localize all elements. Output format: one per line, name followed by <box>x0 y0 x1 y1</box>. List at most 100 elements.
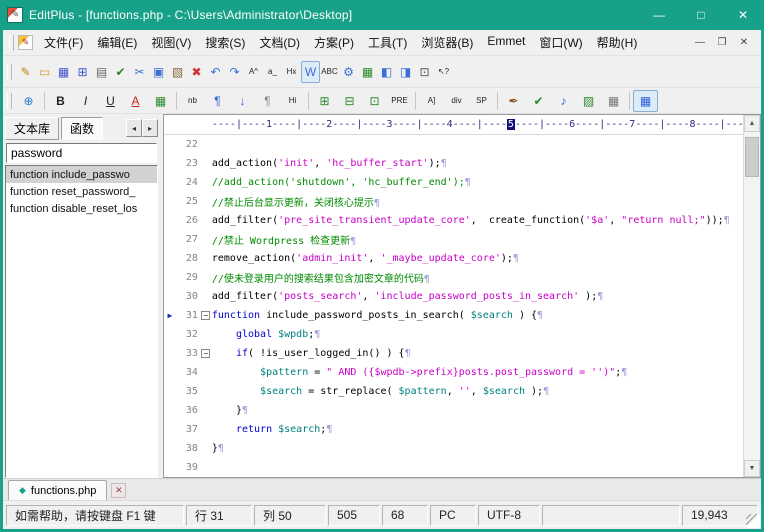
menu-item[interactable]: 搜索(S) <box>198 31 252 54</box>
code-line[interactable]: 24 //add_action('shutdown', 'hc_buffer_en… <box>164 173 743 192</box>
grid-icon[interactable]: ▦ <box>601 90 626 112</box>
paste-icon[interactable]: ▧ <box>168 61 187 83</box>
bold-icon[interactable]: B <box>48 90 73 112</box>
script-icon[interactable]: ✒ <box>501 90 526 112</box>
toolbar1-grip[interactable] <box>7 63 12 80</box>
panel-bottom-icon[interactable]: ◨ <box>396 61 415 83</box>
code-line[interactable]: 39 <box>164 458 743 477</box>
maximize-button[interactable]: □ <box>680 0 722 30</box>
image-icon[interactable]: ▨ <box>576 90 601 112</box>
open-folder-icon[interactable]: ▭ <box>35 61 54 83</box>
code-line[interactable]: 38}¶ <box>164 439 743 458</box>
delete-icon[interactable]: ✖ <box>187 61 206 83</box>
function-search-input[interactable] <box>6 143 157 163</box>
paragraph-icon[interactable]: ¶ <box>205 90 230 112</box>
code-line[interactable]: 26 add_filter('pre_site_transient_update_… <box>164 211 743 230</box>
new-document-icon[interactable]: ✎ <box>16 61 35 83</box>
table-insert-icon[interactable]: ⊞ <box>312 90 337 112</box>
code-lines[interactable]: 22 23 add_action('init', 'hc_buffer_start'… <box>164 135 743 477</box>
lowercase-icon[interactable]: a_ <box>263 61 282 83</box>
menu-item[interactable]: 文件(F) <box>37 31 90 54</box>
menu-item[interactable]: 视图(V) <box>144 31 198 54</box>
code-line[interactable]: 34 $pattern = " AND ({$wpdb->prefix}post… <box>164 363 743 382</box>
validate-icon[interactable]: ✔ <box>526 90 551 112</box>
code-line[interactable]: 27 //禁止 Wordpress 检查更新¶ <box>164 230 743 249</box>
code-line[interactable]: 25 //禁止后台显示更新，关闭核心提示¶ <box>164 192 743 211</box>
minimize-button[interactable]: — <box>638 0 680 30</box>
print-preview-icon[interactable]: ✔ <box>111 61 130 83</box>
cliptext-grid-icon[interactable]: ▦ <box>633 89 658 112</box>
scrollbar-track[interactable] <box>744 132 760 460</box>
code-line[interactable]: ▶ 31− function include_password_posts_in_s… <box>164 306 743 325</box>
font-color-icon[interactable]: A <box>123 90 148 112</box>
toolbar2-grip[interactable] <box>7 92 12 109</box>
mdi-minimize-button[interactable]: — <box>691 35 709 51</box>
code-line[interactable]: 32 global $wpdb;¶ <box>164 325 743 344</box>
nbsp-icon[interactable]: nb <box>180 90 205 112</box>
scroll-up-icon[interactable]: ▲ <box>744 115 760 132</box>
span-tag-icon[interactable]: SP <box>469 90 494 112</box>
table-cell-icon[interactable]: ⊡ <box>362 90 387 112</box>
uppercase-icon[interactable]: A^ <box>244 61 263 83</box>
fullscreen-icon[interactable]: ⊡ <box>415 61 434 83</box>
tab-functions-php[interactable]: ◆ functions.php <box>8 480 108 500</box>
media-icon[interactable]: ♪ <box>551 90 576 112</box>
cut-icon[interactable]: ✂ <box>130 61 149 83</box>
menu-item[interactable]: 文档(D) <box>252 31 307 54</box>
table-icon[interactable]: ▦ <box>148 90 173 112</box>
code-line[interactable]: 29 //使未登录用户的搜索结果包含加密文章的代码¶ <box>164 268 743 287</box>
menu-item[interactable]: 窗口(W) <box>532 31 589 54</box>
code-line[interactable]: 23 add_action('init', 'hc_buffer_start');… <box>164 154 743 173</box>
close-button[interactable]: ✕ <box>722 0 764 30</box>
vertical-scrollbar[interactable]: ▲ ▼ <box>743 115 760 477</box>
anchor-icon[interactable]: A] <box>419 90 444 112</box>
underline-icon[interactable]: U <box>98 90 123 112</box>
line-break-icon[interactable]: ↓ <box>230 90 255 112</box>
word-wrap-icon[interactable]: W <box>301 60 320 83</box>
spell-check-icon[interactable]: ABC <box>320 61 339 83</box>
scroll-down-icon[interactable]: ▼ <box>744 460 760 477</box>
browser-globe-icon[interactable]: ⊕ <box>16 90 41 112</box>
function-list-item[interactable]: function reset_password_ <box>6 183 157 200</box>
code-line[interactable]: 35 $search = str_replace( $pattern, '', … <box>164 382 743 401</box>
menubar-grip[interactable] <box>9 34 14 51</box>
function-list-item[interactable]: function disable_reset_los <box>6 200 157 217</box>
code-line[interactable]: 28 remove_action('admin_init', '_maybe_up… <box>164 249 743 268</box>
copy-icon[interactable]: ▣ <box>149 61 168 83</box>
preformatted-icon[interactable]: PRE <box>387 90 412 112</box>
menu-item[interactable]: 帮助(H) <box>590 31 645 54</box>
context-help-icon[interactable]: ↖? <box>434 61 453 83</box>
menu-item[interactable]: Emmet <box>480 31 532 54</box>
function-list-item[interactable]: function include_passwo <box>6 166 157 183</box>
code-line[interactable]: 33− if( !is_user_logged_in() ) {¶ <box>164 344 743 363</box>
menu-item[interactable]: 工具(T) <box>361 31 414 54</box>
menu-item[interactable]: 编辑(E) <box>90 31 144 54</box>
mdi-restore-button[interactable]: ❐ <box>713 35 731 51</box>
mdi-close-button[interactable]: ✕ <box>735 35 753 51</box>
undo-icon[interactable]: ↶ <box>206 61 225 83</box>
editor[interactable]: ----|----1----|----2----|----3----|----4… <box>163 115 743 477</box>
menu-item[interactable]: 浏览器(B) <box>414 31 480 54</box>
tab-close-icon[interactable]: ✕ <box>111 483 127 498</box>
tab-scroll-right-icon[interactable]: ▸ <box>142 119 158 137</box>
panel-left-icon[interactable]: ◧ <box>377 61 396 83</box>
code-line[interactable]: 22 <box>164 135 743 154</box>
print-icon[interactable]: ▤ <box>92 61 111 83</box>
fold-collapse-icon[interactable]: − <box>200 349 212 358</box>
code-line[interactable]: 37 return $search;¶ <box>164 420 743 439</box>
preferences-gear-icon[interactable]: ⚙ <box>339 61 358 83</box>
hex-view-icon[interactable]: Hx <box>282 61 301 83</box>
save-all-icon[interactable]: ⊞ <box>73 61 92 83</box>
resize-grip[interactable] <box>746 514 760 528</box>
code-line[interactable]: 30 add_filter('posts_search', 'include_pa… <box>164 287 743 306</box>
div-tag-icon[interactable]: div <box>444 90 469 112</box>
document-grid-icon[interactable]: ▦ <box>358 61 377 83</box>
code-line[interactable]: 36 }¶ <box>164 401 743 420</box>
menu-item[interactable]: 方案(P) <box>307 31 361 54</box>
scrollbar-thumb[interactable] <box>745 137 759 177</box>
table-row-icon[interactable]: ⊟ <box>337 90 362 112</box>
tab-scroll-left-icon[interactable]: ◂ <box>126 119 142 137</box>
sidebar-tab[interactable]: 文本库 <box>5 116 60 140</box>
save-icon[interactable]: ▦ <box>54 61 73 83</box>
heading-icon[interactable]: Hi <box>280 90 305 112</box>
